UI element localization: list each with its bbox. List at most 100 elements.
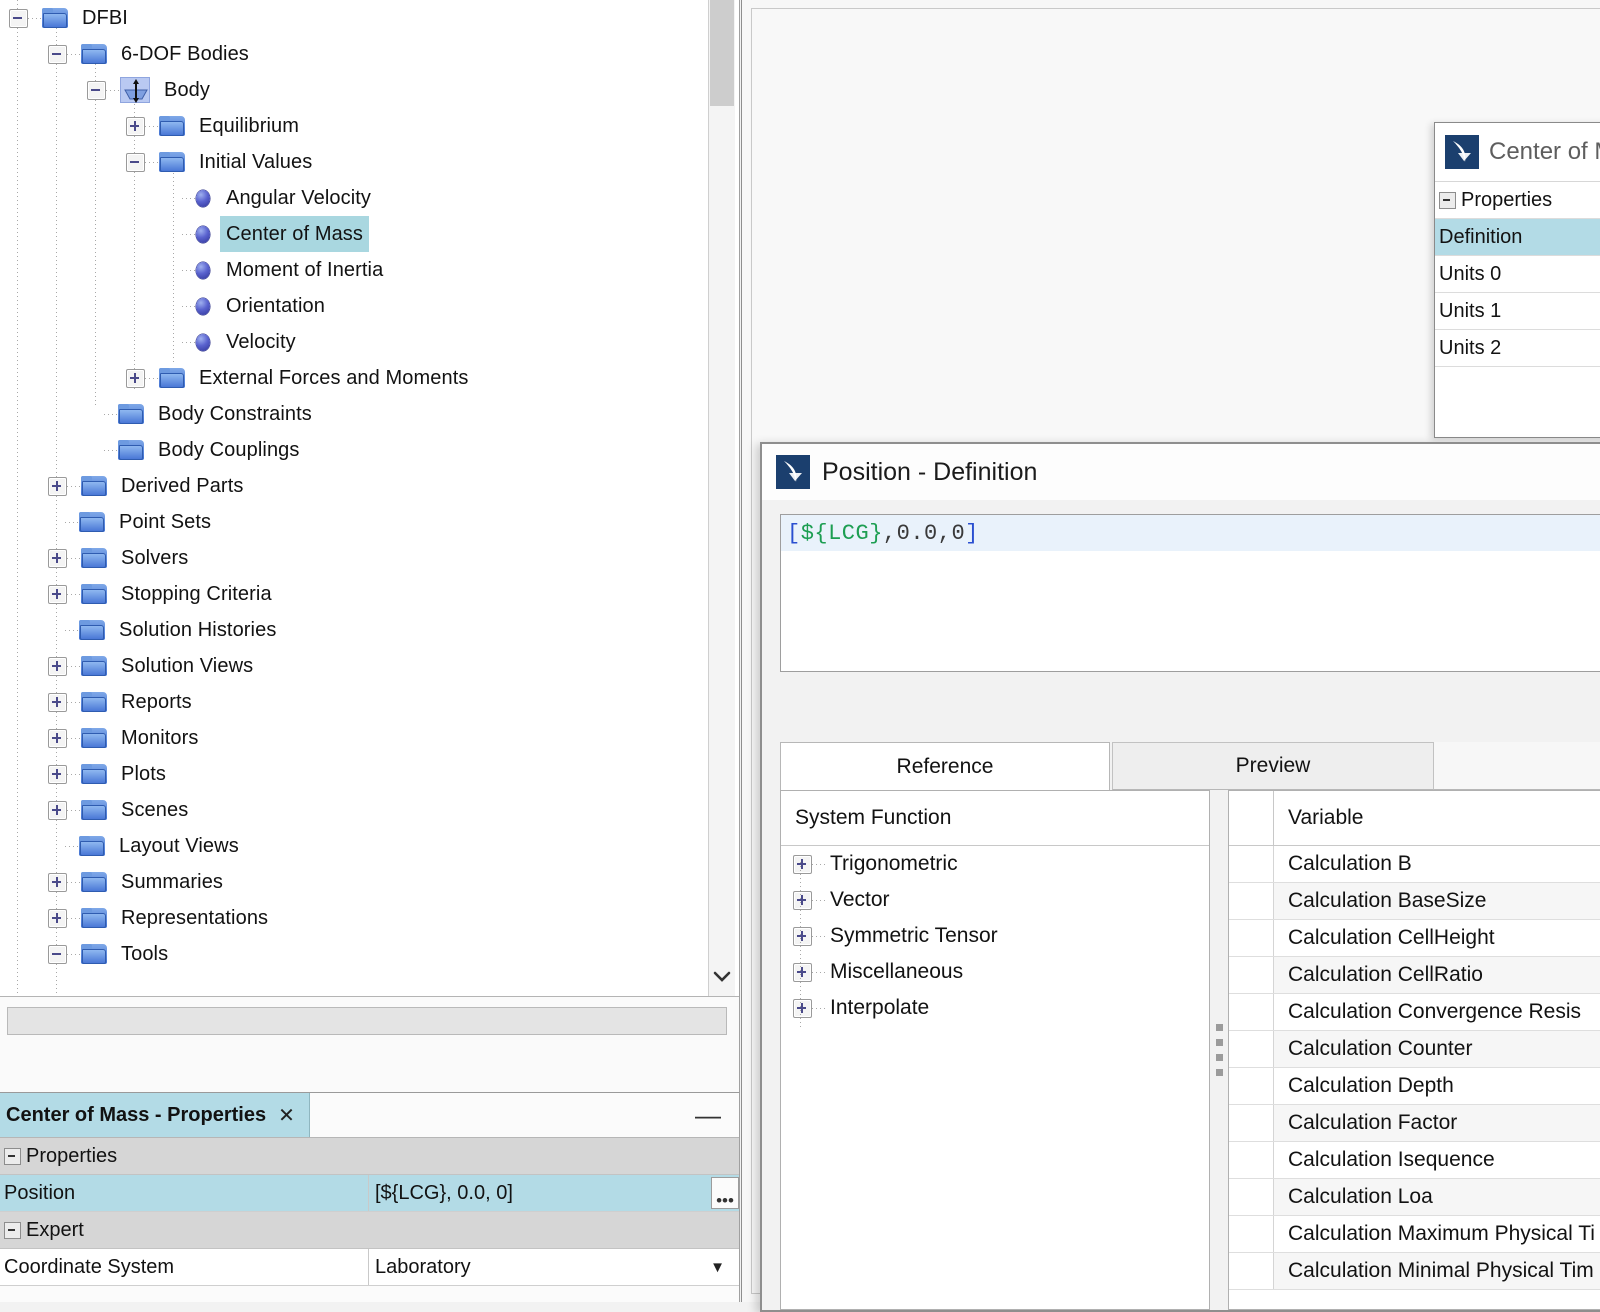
table-row[interactable]: Calculation B [1229,846,1600,883]
expand-icon[interactable] [793,998,812,1018]
simulation-tree[interactable]: DFBI 6-DOF Bodies Body Equilibrium Initial V… [0,0,709,996]
table-row[interactable]: Calculation Minimal Physical Tim [1229,1253,1600,1290]
tree-node[interactable]: Derived Parts [0,468,709,504]
expand-icon[interactable] [48,584,67,604]
close-icon[interactable]: ✕ [278,1103,295,1128]
properties-panel-tab[interactable]: Center of Mass - Properties ✕ [0,1093,310,1137]
panes-splitter[interactable] [1210,790,1228,1310]
expand-icon[interactable] [48,656,67,676]
expand-icon[interactable] [126,116,145,136]
tree-node[interactable]: Monitors [0,720,709,756]
system-function-item[interactable]: Symmetric Tensor [781,918,1209,954]
system-function-item[interactable]: Miscellaneous [781,954,1209,990]
tree-node[interactable]: Orientation [0,288,709,324]
position-definition-dialog[interactable]: Position - Definition [${LCG}, 0.0, 0] R… [760,442,1600,1312]
expression-line[interactable]: [${LCG}, 0.0, 0] [781,515,1600,551]
tree-horizontal-scrollbar[interactable] [7,1007,727,1035]
custom-editor-button[interactable]: ••• [711,1177,739,1209]
tree-node[interactable]: Solution Views [0,648,709,684]
tree-node[interactable]: Reports [0,684,709,720]
collapse-icon[interactable] [9,8,28,28]
system-function-item[interactable]: Trigonometric [781,846,1209,882]
tree-node[interactable]: DFBI [0,0,709,36]
tab-preview[interactable]: Preview [1112,742,1434,790]
center-of-mass-dialog[interactable]: Center of Mass Properties Definition Units… [1434,122,1600,438]
expand-icon[interactable] [126,368,145,388]
property-value[interactable]: Laboratory ▼ [368,1249,739,1285]
tree-node[interactable]: External Forces and Moments [0,360,709,396]
tree-node[interactable]: Point Sets [0,504,709,540]
expand-icon[interactable] [48,800,67,820]
com-property-row[interactable]: Units 1 [1435,293,1600,330]
expression-editor[interactable]: [${LCG}, 0.0, 0] [780,514,1600,672]
tree-node[interactable]: Summaries [0,864,709,900]
property-row[interactable]: Position [${LCG}, 0.0, 0] ••• [0,1175,739,1212]
tree-node[interactable]: Solution Histories [0,612,709,648]
expand-icon[interactable] [48,548,67,568]
expand-icon[interactable] [793,890,812,910]
com-property-group-header[interactable]: Properties [1435,182,1600,219]
tree-vertical-scrollbar[interactable] [708,0,735,996]
table-row[interactable]: Calculation Depth [1229,1068,1600,1105]
expand-icon[interactable] [48,764,67,784]
tree-node[interactable]: Solvers [0,540,709,576]
property-row[interactable]: Coordinate System Laboratory ▼ [0,1249,739,1286]
collapse-icon[interactable] [126,152,145,172]
table-row[interactable]: Calculation CellRatio [1229,957,1600,994]
minimize-icon[interactable]: — [695,1093,739,1137]
system-function-item[interactable]: Vector [781,882,1209,918]
collapse-icon[interactable] [48,44,67,64]
table-row[interactable]: Calculation BaseSize [1229,883,1600,920]
property-value[interactable]: [${LCG}, 0.0, 0] ••• [368,1175,739,1211]
scroll-down-arrow-icon[interactable] [709,964,735,990]
tree-node[interactable]: Initial Values [0,144,709,180]
com-property-row[interactable]: Units 2 [1435,330,1600,367]
collapse-icon[interactable] [4,1221,21,1239]
table-row[interactable]: Calculation Loa [1229,1179,1600,1216]
tree-node[interactable]: Layout Views [0,828,709,864]
expand-icon[interactable] [793,926,812,946]
expand-icon[interactable] [48,692,67,712]
tab-reference[interactable]: Reference [780,742,1110,790]
property-group-header[interactable]: Properties [0,1138,739,1175]
tree-node[interactable]: Scenes [0,792,709,828]
expand-icon[interactable] [48,728,67,748]
table-row[interactable]: Calculation Maximum Physical Ti [1229,1216,1600,1253]
collapse-icon[interactable] [87,80,106,100]
collapse-icon[interactable] [1439,191,1456,209]
tree-node[interactable]: Angular Velocity [0,180,709,216]
system-function-pane[interactable]: System Function Trigonometric Vector Symme… [780,790,1210,1310]
tree-node[interactable]: 6-DOF Bodies [0,36,709,72]
tree-node[interactable]: Velocity [0,324,709,360]
system-function-item[interactable]: Interpolate [781,990,1209,1026]
tree-node[interactable]: Equilibrium [0,108,709,144]
tree-node[interactable]: Body Constraints [0,396,709,432]
chevron-down-icon[interactable]: ▼ [710,1259,725,1276]
tree-node[interactable]: Body [0,72,709,108]
expand-icon[interactable] [793,962,812,982]
table-row[interactable]: Calculation Isequence [1229,1142,1600,1179]
tree-node[interactable]: Plots [0,756,709,792]
expand-icon[interactable] [48,476,67,496]
property-group-header[interactable]: Expert [0,1212,739,1249]
tree-vertical-scroll-thumb[interactable] [710,0,734,106]
tree-node[interactable]: Tools [0,936,709,972]
com-property-row[interactable]: Definition [1435,219,1600,256]
tree-node[interactable]: Moment of Inertia [0,252,709,288]
tree-node[interactable]: Body Couplings [0,432,709,468]
tree-node[interactable]: Center of Mass [0,216,709,252]
variable-pane[interactable]: Variable Calculation B Calculation BaseSi… [1228,790,1600,1310]
row-gutter [1229,1179,1274,1215]
table-row[interactable]: Calculation CellHeight [1229,920,1600,957]
expand-icon[interactable] [48,872,67,892]
tree-node[interactable]: Stopping Criteria [0,576,709,612]
expand-icon[interactable] [48,908,67,928]
collapse-icon[interactable] [4,1147,21,1165]
table-row[interactable]: Calculation Factor [1229,1105,1600,1142]
expand-icon[interactable] [793,854,812,874]
tree-node[interactable]: Representations [0,900,709,936]
collapse-icon[interactable] [48,944,67,964]
com-property-row[interactable]: Units 0 [1435,256,1600,293]
table-row[interactable]: Calculation Convergence Resis [1229,994,1600,1031]
table-row[interactable]: Calculation Counter [1229,1031,1600,1068]
